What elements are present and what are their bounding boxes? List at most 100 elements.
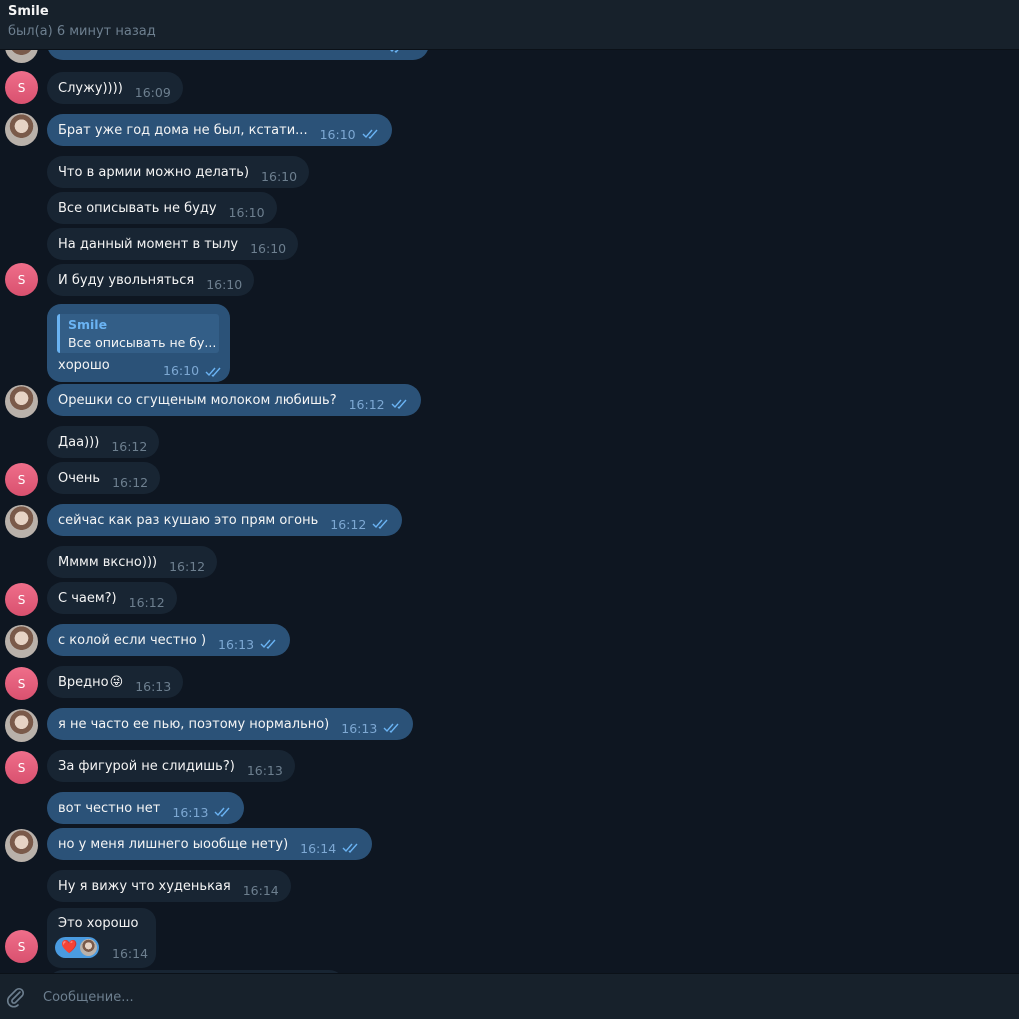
message-time: 16:13 — [218, 636, 255, 652]
message-text: Мммм вксно))) — [58, 554, 158, 570]
message-bubble-in[interactable]: И буду увольняться 16:10 — [47, 264, 255, 296]
heart-icon: ❤️ — [61, 940, 78, 955]
message-time: 16:14 — [300, 840, 337, 856]
message-text: вот честно нет — [58, 800, 161, 816]
contact-avatar[interactable]: S — [5, 463, 38, 496]
message-text: сейчас как раз кушаю это прям огонь — [58, 512, 319, 528]
user-avatar[interactable] — [5, 709, 38, 742]
contact-avatar[interactable]: S — [5, 930, 38, 963]
user-avatar[interactable] — [5, 829, 38, 862]
message-time: 16:09 — [134, 84, 171, 100]
contact-avatar[interactable]: S — [5, 751, 38, 784]
message-bubble-in[interactable]: С чаем?) 16:12 — [47, 582, 177, 614]
message-bubble-out[interactable]: Орешки со сгущеным молоком любишь? 16:12 — [47, 384, 421, 416]
avatar-letter: S — [17, 472, 26, 487]
message-time: 16:13 — [135, 678, 172, 694]
quote-author: Smile — [68, 317, 108, 332]
message-text: Даа))) — [58, 434, 100, 450]
message-time: 16:14 — [112, 946, 149, 961]
reaction-message-bubble[interactable]: Это хорошо ❤️ 16:14 — [47, 908, 156, 968]
message-text: Вредно — [58, 674, 109, 690]
message-bubble-out[interactable]: Брат уже год дома не был, кстати... 16:10 — [47, 114, 392, 146]
message-bubble-in[interactable]: Мммм вксно))) 16:12 — [47, 546, 218, 578]
user-avatar[interactable] — [5, 385, 38, 418]
message-list[interactable]: Служу)))) 16:09 S Брат уже год дома не бы… — [0, 50, 1019, 973]
message-time: 16:10 — [228, 204, 265, 220]
message-text: но у меня лишнего ыообще нету) — [58, 836, 289, 852]
message-time: 16:12 — [330, 516, 367, 532]
message-time: 16:10 — [319, 126, 356, 142]
double-check-icon — [342, 843, 360, 853]
avatar-letter: S — [17, 80, 26, 95]
reactor-avatar — [80, 939, 97, 956]
chat-header[interactable]: Smile был(а) 6 минут назад — [0, 0, 1019, 50]
message-input[interactable] — [43, 986, 943, 1008]
double-check-icon — [260, 639, 278, 649]
message-bubble-out[interactable]: я не часто ее пью, поэтому нормально) 16:… — [47, 708, 414, 740]
message-time: 16:14 — [242, 882, 279, 898]
user-avatar[interactable] — [5, 50, 38, 63]
avatar-letter: S — [17, 939, 26, 954]
message-text: Это хорошо — [58, 916, 139, 931]
contact-avatar[interactable]: S — [5, 667, 38, 700]
message-text: Все описывать не буду — [58, 200, 217, 216]
message-bubble-in[interactable]: Вредно 😜 16:13 — [47, 666, 184, 698]
reply-quote[interactable]: Smile Все описывать не бу... — [57, 314, 219, 353]
message-bubble-out[interactable]: но у меня лишнего ыообще нету) 16:14 — [47, 828, 373, 860]
message-time: 16:10 — [206, 276, 243, 292]
winking-tongue-emoji: 😜 — [109, 674, 124, 690]
message-time: 16:12 — [348, 396, 385, 412]
message-text: Орешки со сгущеным молоком любишь? — [58, 392, 337, 408]
message-text: с колой если честно ) — [58, 632, 207, 648]
message-bubble-out[interactable]: вот честно нет 16:13 — [47, 792, 245, 824]
user-avatar[interactable] — [5, 625, 38, 658]
message-text: Ну я вижу что худенькая — [58, 878, 231, 894]
message-bubble-in[interactable]: Что в армии можно делать) 16:10 — [47, 156, 310, 188]
message-bubble-in[interactable]: Очень 16:12 — [47, 462, 161, 494]
avatar-letter: S — [17, 760, 26, 775]
message-time: 16:12 — [112, 474, 149, 490]
message-composer — [0, 973, 1019, 1019]
message-time: 16:12 — [169, 558, 206, 574]
message-bubble-in[interactable]: Служу)))) 16:09 — [47, 72, 183, 104]
message-text: Очень — [58, 470, 101, 486]
avatar-letter: S — [17, 676, 26, 691]
message-text: хорошо — [58, 358, 110, 373]
message-bubble-in[interactable]: Даа))) 16:12 — [47, 426, 160, 458]
message-time: 16:12 — [111, 438, 148, 454]
paperclip-icon[interactable] — [5, 986, 27, 1008]
double-check-icon — [383, 723, 401, 733]
message-text: На данный момент в тылу — [58, 236, 239, 252]
double-check-icon — [388, 50, 406, 53]
message-text: И буду увольняться — [58, 272, 195, 288]
message-bubble-in[interactable]: За фигурой не слидишь?) 16:13 — [47, 750, 295, 782]
double-check-icon — [214, 807, 232, 817]
user-avatar[interactable] — [5, 505, 38, 538]
message-bubble-out[interactable]: с колой если честно ) 16:13 — [47, 624, 291, 656]
user-avatar[interactable] — [5, 113, 38, 146]
message-text: я не часто ее пью, поэтому нормально) — [58, 716, 330, 732]
message-time: 16:13 — [341, 720, 378, 736]
message-time: 16:10 — [163, 363, 200, 378]
contact-avatar[interactable]: S — [5, 583, 38, 616]
message-bubble-in[interactable]: На данный момент в тылу 16:10 — [47, 228, 299, 260]
contact-avatar[interactable]: S — [5, 71, 38, 104]
reply-message-bubble[interactable]: Smile Все описывать не бу... хорошо 16:1… — [47, 304, 230, 382]
reaction-pill[interactable]: ❤️ — [55, 937, 99, 958]
message-bubble-out[interactable]: сейчас как раз кушаю это прям огонь 16:12 — [47, 504, 403, 536]
contact-avatar[interactable]: S — [5, 263, 38, 296]
avatar-letter: S — [17, 592, 26, 607]
message-bubble-in[interactable]: Ну я вижу что худенькая 16:14 — [47, 870, 291, 902]
last-seen-status: был(а) 6 минут назад — [8, 24, 156, 39]
quote-text: Все описывать не бу... — [68, 335, 217, 350]
message-text: С чаем?) — [58, 590, 117, 606]
message-text: За фигурой не слидишь?) — [58, 758, 235, 774]
message-time: 16:10 — [250, 240, 287, 256]
chat-title[interactable]: Smile — [8, 4, 49, 19]
message-time: 16:12 — [128, 594, 165, 610]
message-bubble-out[interactable] — [47, 50, 429, 60]
double-check-icon — [391, 399, 409, 409]
message-time: 16:10 — [261, 168, 298, 184]
message-bubble-in[interactable]: Все описывать не буду 16:10 — [47, 192, 277, 224]
message-text: Служу)))) — [58, 80, 123, 96]
